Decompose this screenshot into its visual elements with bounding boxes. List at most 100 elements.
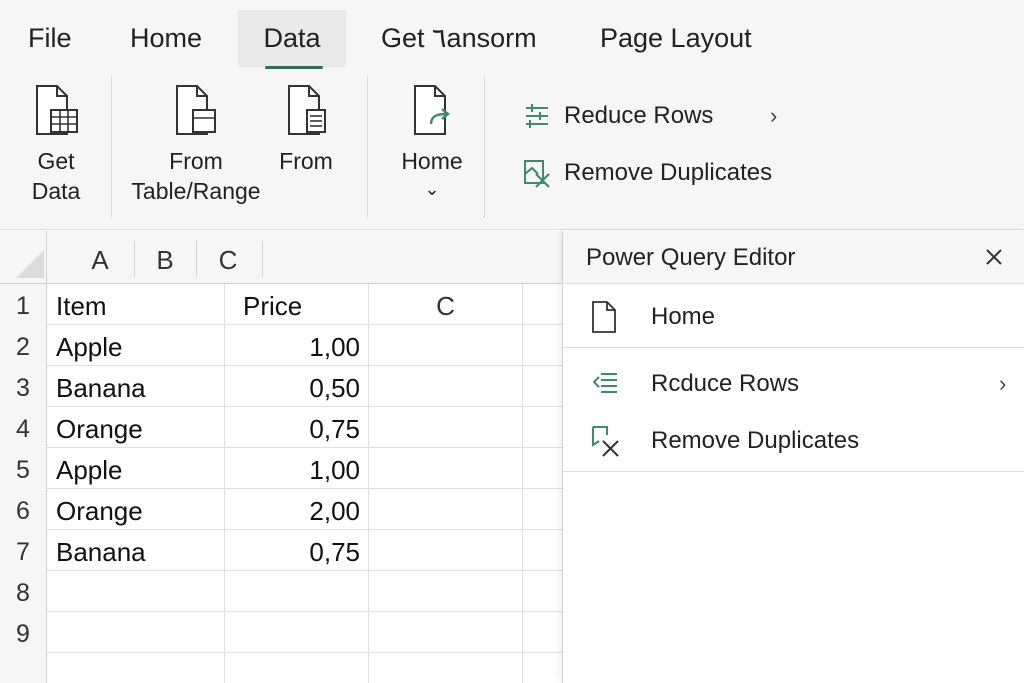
get-data-button[interactable]: Get Data: [18, 84, 94, 206]
price-cell[interactable]: 1,00: [225, 448, 369, 489]
empty-cell[interactable]: [369, 489, 523, 530]
ribbon-divider: [111, 76, 112, 218]
column-header-b[interactable]: B: [143, 231, 187, 284]
document-icon: [592, 301, 616, 333]
header-cell-price[interactable]: Price: [225, 284, 369, 325]
item-cell[interactable]: Orange: [47, 489, 225, 530]
item-cell[interactable]: Banana: [47, 366, 225, 407]
row-number[interactable]: 2: [0, 325, 47, 366]
empty-cell[interactable]: [523, 366, 562, 407]
data-ribbon: Get Data From Table/Range From Home ⌄ Re…: [0, 76, 1024, 230]
empty-cell[interactable]: [523, 284, 562, 325]
spreadsheet-grid: A B C 1 Item Price C 2 Apple 1,00 3 Bana…: [0, 231, 562, 683]
chevron-down-icon: ⌄: [424, 179, 440, 199]
pq-home-label: Home: [651, 303, 716, 330]
pq-home-item[interactable]: Home: [563, 293, 1024, 341]
from-table-range-button[interactable]: From Table/Range: [128, 84, 264, 206]
price-cell[interactable]: 0,50: [225, 366, 369, 407]
row-number[interactable]: 6: [0, 489, 47, 530]
from-table-icon: [176, 85, 216, 135]
row-number[interactable]: [0, 653, 47, 683]
from-table-label-line2: Table/Range: [131, 178, 261, 204]
row-number[interactable]: 4: [0, 407, 47, 448]
pq-reduce-rows-label: Rcduce Rows: [651, 370, 800, 397]
empty-cell[interactable]: [225, 571, 369, 612]
empty-cell[interactable]: [369, 571, 523, 612]
tab-data[interactable]: Data: [238, 10, 346, 69]
table-row: 2 Apple 1,00: [0, 325, 562, 366]
home-ribbon-label: Home: [401, 148, 463, 174]
tab-file[interactable]: File: [28, 10, 72, 67]
item-cell[interactable]: Apple: [47, 325, 225, 366]
header-cell-item[interactable]: Item: [47, 284, 225, 325]
export-document-icon: [414, 85, 450, 135]
select-all-icon: [16, 250, 44, 278]
pane-divider: [563, 347, 1024, 348]
empty-cell[interactable]: [369, 653, 523, 683]
table-row: 7 Banana 0,75: [0, 530, 562, 571]
column-header-a[interactable]: A: [78, 231, 122, 284]
table-row: 3 Banana 0,50: [0, 366, 562, 407]
from-button[interactable]: From: [272, 84, 340, 176]
pane-divider: [563, 471, 1024, 472]
empty-cell[interactable]: [369, 366, 523, 407]
empty-cell[interactable]: [523, 612, 562, 653]
pq-remove-duplicates-item[interactable]: Remove Duplicates: [563, 418, 1024, 464]
row-number[interactable]: 9: [0, 612, 47, 653]
empty-cell[interactable]: [47, 653, 225, 683]
table-row: 5 Apple 1,00: [0, 448, 562, 489]
column-divider: [134, 241, 135, 277]
tab-home[interactable]: Home: [130, 10, 202, 67]
empty-cell[interactable]: [523, 530, 562, 571]
tab-get-transform[interactable]: Get ٦ansorm: [381, 10, 537, 67]
empty-cell[interactable]: [369, 612, 523, 653]
table-row: 8: [0, 571, 562, 612]
reduce-rows-button[interactable]: Reduce Rows ›: [522, 96, 777, 136]
empty-cell[interactable]: [369, 407, 523, 448]
column-header-row: A B C: [0, 231, 562, 284]
table-row: 1 Item Price C: [0, 284, 562, 325]
price-cell[interactable]: 0,75: [225, 530, 369, 571]
power-query-pane: Power Query Editor Home Rcduce Rows › Re…: [562, 231, 1024, 683]
close-pane-button[interactable]: [981, 244, 1007, 270]
empty-cell[interactable]: [523, 653, 562, 683]
home-dropdown-button[interactable]: Home ⌄: [394, 84, 470, 198]
empty-cell[interactable]: [369, 530, 523, 571]
row-number[interactable]: 5: [0, 448, 47, 489]
select-all-corner[interactable]: [0, 231, 47, 284]
get-data-icon: [36, 85, 78, 135]
empty-cell[interactable]: [369, 325, 523, 366]
ribbon-divider: [484, 76, 485, 218]
empty-cell[interactable]: [47, 571, 225, 612]
column-header-c[interactable]: C: [206, 231, 250, 284]
reduce-rows-icon: [592, 373, 617, 393]
table-row: [0, 653, 562, 683]
table-row: 9: [0, 612, 562, 653]
pq-reduce-rows-item[interactable]: Rcduce Rows ›: [563, 361, 1024, 407]
empty-cell[interactable]: [523, 407, 562, 448]
header-cell-c[interactable]: C: [369, 284, 523, 325]
empty-cell[interactable]: [523, 571, 562, 612]
empty-cell[interactable]: [225, 653, 369, 683]
empty-cell[interactable]: [523, 489, 562, 530]
menu-tab-bar: File Home Data Get ٦ansorm Page Layout: [0, 0, 1024, 76]
empty-cell[interactable]: [47, 612, 225, 653]
row-number[interactable]: 1: [0, 284, 47, 325]
empty-cell[interactable]: [523, 325, 562, 366]
empty-cell[interactable]: [225, 612, 369, 653]
row-number[interactable]: 3: [0, 366, 47, 407]
column-divider: [196, 241, 197, 277]
empty-cell[interactable]: [369, 448, 523, 489]
row-number[interactable]: 7: [0, 530, 47, 571]
item-cell[interactable]: Orange: [47, 407, 225, 448]
item-cell[interactable]: Apple: [47, 448, 225, 489]
price-cell[interactable]: 1,00: [225, 325, 369, 366]
reduce-rows-label: Reduce Rows: [564, 102, 714, 129]
tab-page-layout[interactable]: Page Layout: [600, 10, 752, 67]
remove-duplicates-button[interactable]: Remove Duplicates: [522, 153, 772, 193]
row-number[interactable]: 8: [0, 571, 47, 612]
price-cell[interactable]: 0,75: [225, 407, 369, 448]
empty-cell[interactable]: [523, 448, 562, 489]
item-cell[interactable]: Banana: [47, 530, 225, 571]
price-cell[interactable]: 2,00: [225, 489, 369, 530]
